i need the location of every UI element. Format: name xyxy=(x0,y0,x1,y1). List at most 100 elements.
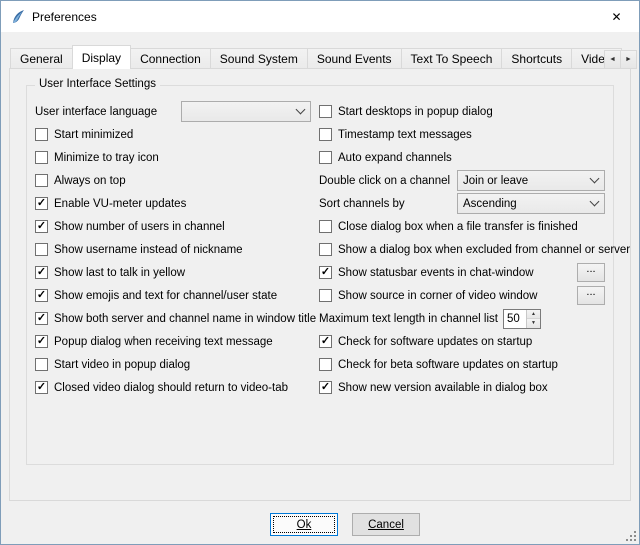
checkbox-popup-text-message[interactable] xyxy=(35,335,48,348)
video-source-options-button[interactable]: ... xyxy=(577,286,605,305)
row-timestamp-messages: Timestamp text messages xyxy=(319,123,605,146)
label-new-version-dialog[interactable]: Show new version available in dialog box xyxy=(338,382,548,394)
label-video-return-tab[interactable]: Closed video dialog should return to vid… xyxy=(54,382,288,394)
label-timestamp-messages[interactable]: Timestamp text messages xyxy=(338,129,472,141)
user-interface-settings-group: User Interface Settings User interface l… xyxy=(26,85,614,465)
row-updates-on-startup: Check for software updates on startup xyxy=(319,330,605,353)
resize-grip[interactable] xyxy=(624,529,637,542)
checkbox-video-popup[interactable] xyxy=(35,358,48,371)
tab-label: Display xyxy=(82,51,121,65)
label-updates-on-startup[interactable]: Check for software updates on startup xyxy=(338,336,532,348)
tab-scroll-right-button[interactable]: ► xyxy=(620,50,637,69)
language-label: User interface language xyxy=(35,106,157,118)
tab-scroll: ◄ ► xyxy=(605,50,637,69)
ok-button[interactable]: Ok xyxy=(270,513,338,536)
app-icon xyxy=(10,9,26,25)
tab-label: Sound Events xyxy=(317,52,392,66)
tab-connection[interactable]: Connection xyxy=(130,48,211,69)
checkbox-last-to-talk-yellow[interactable] xyxy=(35,266,48,279)
max-text-length-value[interactable]: 50 xyxy=(504,310,526,328)
sort-channels-value: Ascending xyxy=(463,198,591,210)
preferences-dialog: Preferences ✕ General Display Connection… xyxy=(0,0,640,545)
close-button[interactable]: ✕ xyxy=(594,1,639,32)
right-column: Start desktops in popup dialog Timestamp… xyxy=(319,100,605,399)
tab-sound-events[interactable]: Sound Events xyxy=(307,48,402,69)
window-title: Preferences xyxy=(32,10,97,24)
titlebar[interactable]: Preferences ✕ xyxy=(1,1,639,32)
checkbox-desktops-popup[interactable] xyxy=(319,105,332,118)
spin-up-button[interactable]: ▲ xyxy=(527,310,540,319)
label-show-user-count[interactable]: Show number of users in channel xyxy=(54,221,225,233)
checkbox-close-on-transfer-finished[interactable] xyxy=(319,220,332,233)
label-vu-meter-updates[interactable]: Enable VU-meter updates xyxy=(54,198,186,210)
row-emojis-text-state: Show emojis and text for channel/user st… xyxy=(35,284,311,307)
statusbar-events-options-button[interactable]: ... xyxy=(577,263,605,282)
sort-channels-row: Sort channels by Ascending xyxy=(319,192,605,215)
checkbox-show-user-count[interactable] xyxy=(35,220,48,233)
row-start-minimized: Start minimized xyxy=(35,123,311,146)
label-server-channel-in-title[interactable]: Show both server and channel name in win… xyxy=(54,313,316,325)
tab-scroll-left-button[interactable]: ◄ xyxy=(604,50,621,69)
tab-label: Sound System xyxy=(220,52,298,66)
checkbox-vu-meter-updates[interactable] xyxy=(35,197,48,210)
checkbox-video-source-corner[interactable] xyxy=(319,289,332,302)
checkbox-updates-on-startup[interactable] xyxy=(319,335,332,348)
spin-down-button[interactable]: ▼ xyxy=(527,318,540,328)
checkbox-always-on-top[interactable] xyxy=(35,174,48,187)
label-auto-expand-channels[interactable]: Auto expand channels xyxy=(338,152,452,164)
label-beta-updates[interactable]: Check for beta software updates on start… xyxy=(338,359,558,371)
max-text-length-row: Maximum text length in channel list 50 ▲… xyxy=(319,307,605,330)
spin-up-icon: ▲ xyxy=(531,311,536,317)
label-statusbar-events[interactable]: Show statusbar events in chat-window xyxy=(338,267,534,279)
label-popup-text-message[interactable]: Popup dialog when receiving text message xyxy=(54,336,273,348)
checkbox-emojis-text-state[interactable] xyxy=(35,289,48,302)
double-click-row: Double click on a channel Join or leave xyxy=(319,169,605,192)
checkbox-new-version-dialog[interactable] xyxy=(319,381,332,394)
label-emojis-text-state[interactable]: Show emojis and text for channel/user st… xyxy=(54,290,277,302)
tab-display[interactable]: Display xyxy=(72,45,131,69)
checkbox-excluded-dialog[interactable] xyxy=(319,243,332,256)
sort-channels-dropdown[interactable]: Ascending xyxy=(457,193,605,214)
display-tab-page: User Interface Settings User interface l… xyxy=(9,68,631,501)
label-close-on-transfer-finished[interactable]: Close dialog box when a file transfer is… xyxy=(338,221,578,233)
row-video-popup: Start video in popup dialog xyxy=(35,353,311,376)
checkbox-video-return-tab[interactable] xyxy=(35,381,48,394)
checkbox-minimize-to-tray[interactable] xyxy=(35,151,48,164)
tab-text-to-speech[interactable]: Text To Speech xyxy=(401,48,503,69)
max-text-length-spinner[interactable]: 50 ▲ ▼ xyxy=(503,309,541,329)
cancel-label: Cancel xyxy=(368,519,404,531)
checkbox-auto-expand-channels[interactable] xyxy=(319,151,332,164)
row-auto-expand-channels: Auto expand channels xyxy=(319,146,605,169)
label-video-source-corner[interactable]: Show source in corner of video window xyxy=(338,290,537,302)
double-click-dropdown[interactable]: Join or leave xyxy=(457,170,605,191)
tab-general[interactable]: General xyxy=(10,48,73,69)
checkbox-timestamp-messages[interactable] xyxy=(319,128,332,141)
row-new-version-dialog: Show new version available in dialog box xyxy=(319,376,605,399)
label-excluded-dialog[interactable]: Show a dialog box when excluded from cha… xyxy=(338,244,630,256)
checkbox-start-minimized[interactable] xyxy=(35,128,48,141)
language-dropdown[interactable] xyxy=(181,101,311,122)
checkbox-server-channel-in-title[interactable] xyxy=(35,312,48,325)
spinner-buttons: ▲ ▼ xyxy=(526,310,540,328)
label-last-to-talk-yellow[interactable]: Show last to talk in yellow xyxy=(54,267,185,279)
row-statusbar-events: Show statusbar events in chat-window ... xyxy=(319,261,605,284)
label-start-minimized[interactable]: Start minimized xyxy=(54,129,133,141)
label-desktops-popup[interactable]: Start desktops in popup dialog xyxy=(338,106,493,118)
label-show-username[interactable]: Show username instead of nickname xyxy=(54,244,243,256)
checkbox-show-username[interactable] xyxy=(35,243,48,256)
tab-label: Shortcuts xyxy=(511,52,562,66)
label-video-popup[interactable]: Start video in popup dialog xyxy=(54,359,190,371)
sort-channels-label: Sort channels by xyxy=(319,198,405,210)
cancel-button[interactable]: Cancel xyxy=(352,513,420,536)
row-popup-text-message: Popup dialog when receiving text message xyxy=(35,330,311,353)
label-minimize-to-tray[interactable]: Minimize to tray icon xyxy=(54,152,159,164)
checkbox-beta-updates[interactable] xyxy=(319,358,332,371)
tab-label: Text To Speech xyxy=(411,52,493,66)
checkbox-statusbar-events[interactable] xyxy=(319,266,332,279)
row-last-to-talk-yellow: Show last to talk in yellow xyxy=(35,261,311,284)
row-always-on-top: Always on top xyxy=(35,169,311,192)
tab-sound-system[interactable]: Sound System xyxy=(210,48,308,69)
row-server-channel-in-title: Show both server and channel name in win… xyxy=(35,307,311,330)
label-always-on-top[interactable]: Always on top xyxy=(54,175,126,187)
tab-shortcuts[interactable]: Shortcuts xyxy=(501,48,572,69)
